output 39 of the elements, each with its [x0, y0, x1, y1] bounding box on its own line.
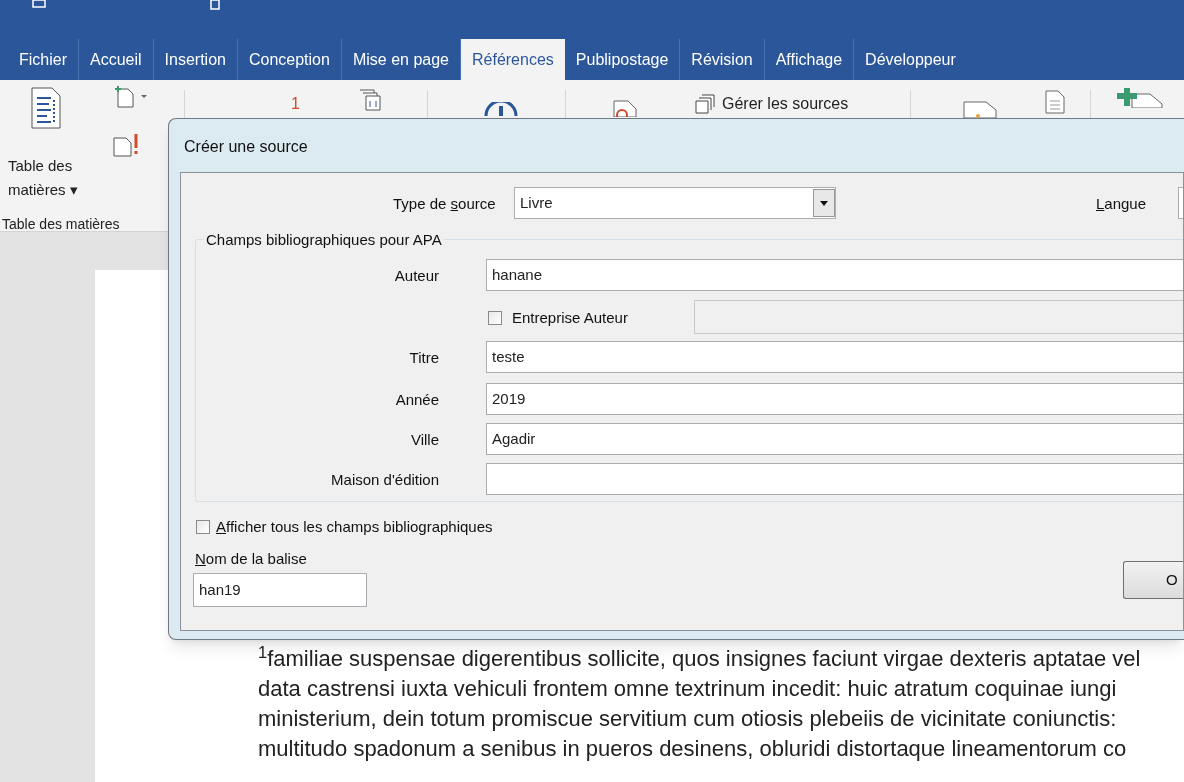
sources-icon	[694, 93, 716, 115]
add-page-icon[interactable]	[1116, 88, 1166, 108]
field-label: Nom de la balise	[195, 549, 307, 569]
checkbox[interactable]	[488, 311, 502, 326]
tag-name-field[interactable]: han19	[193, 573, 367, 607]
field-label: Maison d'édition	[331, 470, 439, 490]
ribbon-tab[interactable]: Références	[461, 39, 565, 80]
field-label: Année	[395, 390, 439, 410]
manage-sources-button[interactable]: Gérer les sources	[722, 92, 849, 116]
language-field[interactable]	[1178, 187, 1183, 219]
field-label: Auteur	[394, 266, 439, 286]
stacked-pages-icon[interactable]	[358, 88, 382, 112]
field-label: Titre	[409, 348, 439, 368]
text-field[interactable]: 2019	[486, 383, 1183, 415]
dialog-title: Créer une source	[184, 137, 308, 157]
checkbox-label: Afficher tous les champs bibliographiques	[216, 517, 493, 537]
add-text-icon[interactable]	[112, 85, 150, 109]
text-field[interactable]: hanane	[486, 259, 1183, 291]
checkbox-label: Entreprise Auteur	[512, 308, 628, 328]
document-text-line: ministerium, dein totum promiscue servitium cum otiosis plebeiis de vicinitate coniunctis:	[258, 705, 1118, 733]
page-list-icon[interactable]	[1044, 90, 1066, 114]
ok-button[interactable]: O	[1123, 561, 1183, 599]
picture-page-icon[interactable]	[962, 100, 998, 118]
field-label: Langue	[1096, 194, 1147, 214]
document-text-line: multitudo spadonum a senibus in pueros desinens, obluridi distortaque lineamentorum co	[258, 735, 1128, 763]
table-of-contents-icon	[30, 86, 62, 130]
group-label: Table des matières	[2, 215, 120, 234]
text-field[interactable]: teste	[486, 341, 1183, 373]
checkbox[interactable]	[196, 520, 210, 535]
field-label: Type de source	[393, 194, 496, 214]
document-text-line: data castrensi iuxta vehiculi frontem omne textrinum incedit: huic atratum coquinae iungi	[258, 675, 1118, 703]
field-label: Ville	[410, 430, 439, 450]
document-text-line: $^{1}$familiae suspensae digerentibus sollicite, quos insignes faciunt virgae dexteris aptatae vel	[258, 644, 1141, 673]
text-field[interactable]	[486, 463, 1183, 495]
text-field[interactable]: Agadir	[486, 423, 1183, 455]
ribbon-tab[interactable]: Développeur	[854, 39, 967, 80]
table-of-contents-button[interactable]: Table des matières ▾	[8, 154, 90, 202]
footnote-number: 1	[291, 94, 300, 114]
source-type-dropdown[interactable]: Livre	[514, 187, 836, 219]
